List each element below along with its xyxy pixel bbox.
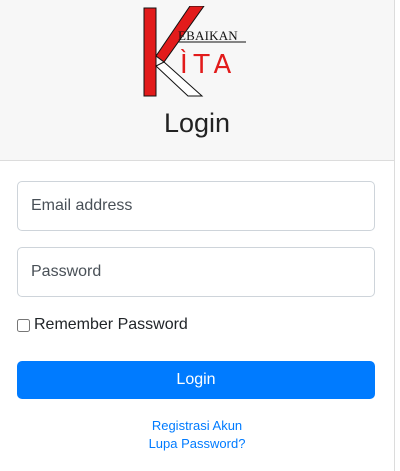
login-button[interactable]: Login xyxy=(17,361,375,399)
login-header: EBAIKAN ÌTA Login xyxy=(0,0,394,161)
forgot-password-link[interactable]: Lupa Password? xyxy=(0,435,394,453)
kebaikan-kita-logo: EBAIKAN ÌTA xyxy=(142,6,252,106)
auth-links: Registrasi Akun Lupa Password? xyxy=(0,417,394,453)
register-link[interactable]: Registrasi Akun xyxy=(0,417,394,435)
remember-checkbox[interactable] xyxy=(17,318,30,332)
page-title: Login xyxy=(163,108,231,138)
remember-row: Remember Password xyxy=(17,316,188,334)
logo-text-bottom: ÌTA xyxy=(180,50,238,80)
login-card: EBAIKAN ÌTA Login Remember Password Logi… xyxy=(0,0,395,471)
logo-text-top: EBAIKAN xyxy=(178,28,238,43)
password-field[interactable] xyxy=(17,247,375,297)
remember-label[interactable]: Remember Password xyxy=(34,316,188,334)
email-field[interactable] xyxy=(17,181,375,231)
